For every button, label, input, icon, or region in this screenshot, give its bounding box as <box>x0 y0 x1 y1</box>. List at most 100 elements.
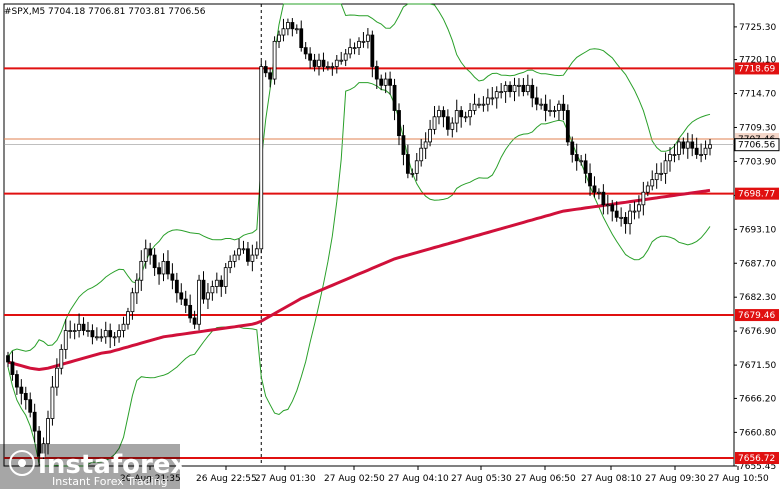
candle-body <box>361 40 366 43</box>
x-tick-label: 27 Aug 04:10 <box>388 474 449 484</box>
time-axis: 26 Aug 21:35 26 Aug 22:5527 Aug 01:30 27 A… <box>120 466 769 484</box>
candle-body <box>703 147 708 155</box>
candle-body <box>232 254 237 262</box>
candle-body <box>699 154 704 156</box>
candle-body <box>521 84 526 93</box>
candle-body <box>557 103 561 111</box>
candle-body <box>472 103 477 111</box>
candle-body <box>68 330 73 332</box>
candle-body <box>19 386 24 394</box>
candle-body <box>281 28 286 36</box>
candle-body <box>174 279 179 294</box>
candle-body <box>637 204 641 212</box>
candle-body <box>365 34 370 42</box>
candle-body <box>299 28 304 49</box>
candle-body <box>254 248 259 256</box>
candle-body <box>72 330 77 332</box>
candle-body <box>481 103 486 106</box>
candle-body <box>645 185 650 193</box>
level-tag-label: 7698.77 <box>738 190 775 200</box>
candle-body <box>99 336 104 339</box>
candle-body <box>148 248 153 256</box>
candle-body <box>206 292 210 300</box>
candle-body <box>28 399 33 413</box>
candle-body <box>23 392 28 401</box>
level-tag-label: 7656.72 <box>738 454 775 464</box>
candle-body <box>601 191 606 206</box>
candle-body <box>383 78 388 86</box>
candle-body <box>374 66 379 80</box>
candle-body <box>241 248 246 251</box>
candle-body <box>370 34 375 67</box>
candle-body <box>459 110 464 118</box>
candle-body <box>117 330 121 338</box>
chart-title: #SPX,M5 7704.18 7706.81 7703.81 7706.56 <box>4 7 206 17</box>
candle-body <box>63 330 68 350</box>
candle-body <box>583 160 588 174</box>
candle-body <box>565 110 570 143</box>
candle-body <box>325 66 330 68</box>
candle-body <box>308 53 313 61</box>
candle-body <box>530 84 535 99</box>
candle-body <box>246 248 250 262</box>
candle-body <box>708 144 712 149</box>
candle-body <box>503 84 508 93</box>
candle-body <box>517 84 521 87</box>
candle-body <box>352 47 357 50</box>
candle-body <box>454 110 459 124</box>
candle-body <box>592 185 597 193</box>
x-tick-label: 27 Aug 02:50 <box>324 474 385 484</box>
candle-body <box>619 216 624 219</box>
candle-body <box>188 304 193 319</box>
candle-body <box>50 386 55 419</box>
candle-body <box>392 84 397 111</box>
y-tick-label: 7666.20 <box>739 394 776 404</box>
candle-body <box>259 66 264 250</box>
candle-body <box>143 248 148 262</box>
candle-body <box>32 411 37 432</box>
candle-body <box>397 110 401 137</box>
price-chart[interactable]: 7725.307720.107714.707709.307703.907698.… <box>0 0 781 489</box>
candle-body <box>543 103 548 111</box>
candle-body <box>6 355 10 363</box>
candle-body <box>597 191 601 194</box>
candle-body <box>539 103 544 106</box>
x-tick-label: 27 Aug 10:50 <box>708 474 769 484</box>
x-tick-label: 27 Aug 09:30 <box>645 474 706 484</box>
candle-body <box>508 84 512 93</box>
candle-body <box>485 97 490 105</box>
candle-body <box>605 204 610 207</box>
candle-body <box>654 172 659 181</box>
candle-body <box>94 336 99 339</box>
candle-body <box>499 91 504 94</box>
candle-body <box>90 330 95 338</box>
candle-body <box>130 292 135 313</box>
candle-body <box>152 254 157 269</box>
candle-body <box>468 110 472 118</box>
y-tick-label: 7671.50 <box>739 361 776 371</box>
x-tick-label: 27 Aug 08:10 <box>581 474 642 484</box>
price-axis: 7725.307720.107714.707709.307703.907698.… <box>734 23 780 472</box>
candle-body <box>348 47 353 55</box>
candle-body <box>570 141 575 155</box>
x-tick-label: 27 Aug 01:30 <box>255 474 316 484</box>
candle-body <box>219 279 224 287</box>
candle-body <box>228 260 233 269</box>
current-price-label: 7706.56 <box>738 141 775 151</box>
candle-body <box>237 248 241 256</box>
candle-body <box>214 279 219 287</box>
y-tick-label: 7676.90 <box>739 327 776 337</box>
candle-body <box>86 330 90 332</box>
candle-body <box>201 279 206 300</box>
candle-body <box>561 103 566 111</box>
candle-body <box>628 210 632 225</box>
y-tick-label: 7725.30 <box>739 23 776 33</box>
candle-body <box>197 279 201 325</box>
y-tick-label: 7660.80 <box>739 428 776 438</box>
candle-body <box>108 330 113 338</box>
candle-body <box>694 147 699 155</box>
candle-body <box>463 116 468 119</box>
candle-body <box>103 330 108 338</box>
candle-body <box>277 34 281 42</box>
candle-body <box>610 204 615 212</box>
